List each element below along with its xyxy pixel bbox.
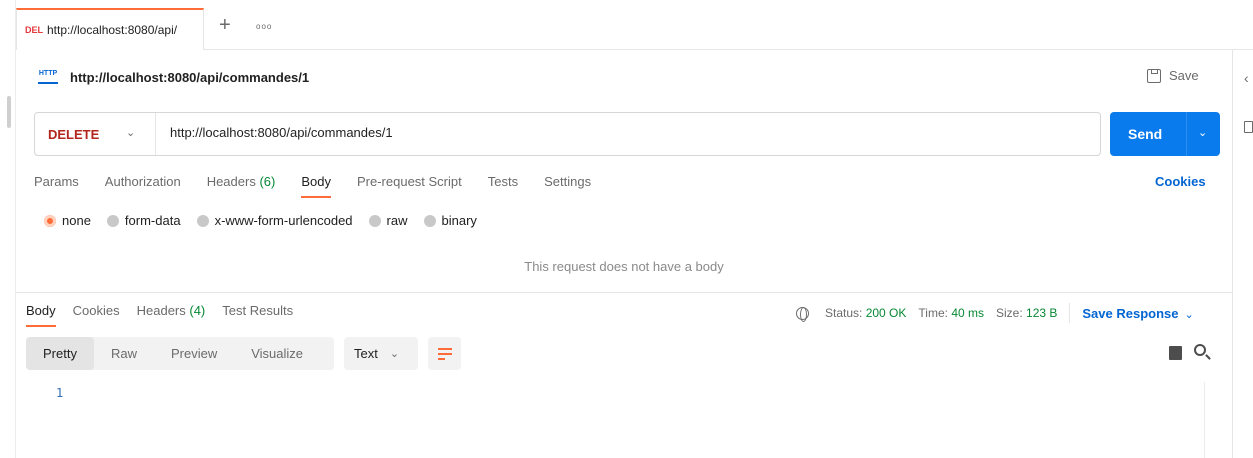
chevron-left-icon[interactable]: ‹ <box>1244 70 1249 86</box>
response-headers-count: (4) <box>189 303 206 318</box>
response-view-group: Pretty Raw Preview Visualize <box>26 337 334 370</box>
editor-scrollbar[interactable] <box>1204 382 1220 458</box>
response-tabs: Body Cookies Headers (4) Test Results <box>26 303 310 329</box>
tab-authorization[interactable]: Authorization <box>105 174 181 200</box>
tab-headers[interactable]: Headers (6) <box>207 174 276 200</box>
method-label: DELETE <box>48 126 100 142</box>
line-number: 1 <box>56 386 64 400</box>
send-label: Send <box>1128 126 1163 142</box>
response-tab-headers[interactable]: Headers (4) <box>137 303 206 329</box>
tab-tests[interactable]: Tests <box>488 174 518 200</box>
send-divider <box>1186 112 1187 156</box>
response-format-select[interactable]: Text ⌄ <box>344 337 418 370</box>
send-button[interactable]: Send ⌄ <box>1110 112 1220 156</box>
radio-icon <box>423 214 436 227</box>
response-status: Status: 200 OK Time: 40 ms Size: 123 B S… <box>796 303 1194 323</box>
radio-icon <box>368 214 381 227</box>
chevron-down-icon: ⌄ <box>1184 308 1194 321</box>
chevron-down-icon: ⌄ <box>389 348 400 360</box>
tab-settings[interactable]: Settings <box>544 174 591 200</box>
empty-body-message: This request does not have a body <box>524 259 724 274</box>
chevron-down-icon: ⌄ <box>126 127 136 139</box>
search-icon[interactable] <box>1194 344 1206 356</box>
more-tabs-icon[interactable]: ooo <box>256 22 272 31</box>
url-input[interactable] <box>170 125 1070 140</box>
headers-count: (6) <box>259 174 276 189</box>
view-visualize[interactable]: Visualize <box>234 337 320 370</box>
response-tab-body[interactable]: Body <box>26 303 56 329</box>
radio-binary[interactable]: binary <box>423 213 477 228</box>
radio-icon <box>106 214 119 227</box>
tab-body[interactable]: Body <box>301 174 331 200</box>
new-tab-button[interactable]: + <box>219 15 231 35</box>
view-raw[interactable]: Raw <box>94 337 154 370</box>
right-sidebar <box>1232 50 1253 458</box>
request-title[interactable]: http://localhost:8080/api/commandes/1 <box>70 70 309 85</box>
wrap-lines-button[interactable] <box>428 337 461 370</box>
response-time: Time: 40 ms <box>918 306 984 320</box>
response-size: Size: 123 B <box>996 306 1058 320</box>
url-bar: DELETE ⌄ <box>34 112 1101 156</box>
radio-raw[interactable]: raw <box>368 213 408 228</box>
request-tab[interactable]: DEL http://localhost:8080/api/ <box>16 8 204 50</box>
cookies-link[interactable]: Cookies <box>1155 174 1206 189</box>
pane-divider[interactable] <box>16 292 1232 293</box>
format-label: Text <box>354 346 378 361</box>
copy-icon[interactable] <box>1169 346 1182 360</box>
status-code: Status: 200 OK <box>825 306 907 320</box>
body-type-options: none form-data x-www-form-urlencoded raw… <box>44 213 493 228</box>
radio-x-www-form-urlencoded[interactable]: x-www-form-urlencoded <box>196 213 353 228</box>
save-button[interactable]: Save <box>1147 68 1199 83</box>
tab-bar: DEL http://localhost:8080/api/ + ooo <box>16 0 1253 50</box>
view-pretty[interactable]: Pretty <box>26 337 94 370</box>
save-icon <box>1147 68 1161 83</box>
response-tab-test-results[interactable]: Test Results <box>222 303 293 329</box>
radio-form-data[interactable]: form-data <box>106 213 181 228</box>
document-icon[interactable] <box>1244 121 1253 133</box>
radio-icon <box>196 214 209 227</box>
status-separator <box>1069 303 1071 323</box>
tab-title: http://localhost:8080/api/ <box>47 23 178 37</box>
send-dropdown-icon[interactable]: ⌄ <box>1198 126 1207 139</box>
method-select[interactable]: DELETE ⌄ <box>35 113 156 155</box>
tab-params[interactable]: Params <box>34 174 79 200</box>
tab-pre-request-script[interactable]: Pre-request Script <box>357 174 462 200</box>
save-label: Save <box>1169 68 1199 83</box>
globe-icon[interactable] <box>796 306 809 322</box>
sidebar-resize-handle[interactable] <box>7 96 11 128</box>
wrap-lines-icon <box>437 348 452 360</box>
view-preview[interactable]: Preview <box>154 337 234 370</box>
save-response-button[interactable]: Save Response ⌄ <box>1082 306 1193 321</box>
response-tab-cookies[interactable]: Cookies <box>73 303 120 329</box>
radio-selected-icon <box>44 214 56 227</box>
tab-method: DEL <box>25 25 43 35</box>
left-gutter <box>0 0 16 458</box>
request-tabs: Params Authorization Headers (6) Body Pr… <box>34 174 617 200</box>
radio-none[interactable]: none <box>44 213 91 228</box>
http-icon: HTTP <box>38 70 58 84</box>
